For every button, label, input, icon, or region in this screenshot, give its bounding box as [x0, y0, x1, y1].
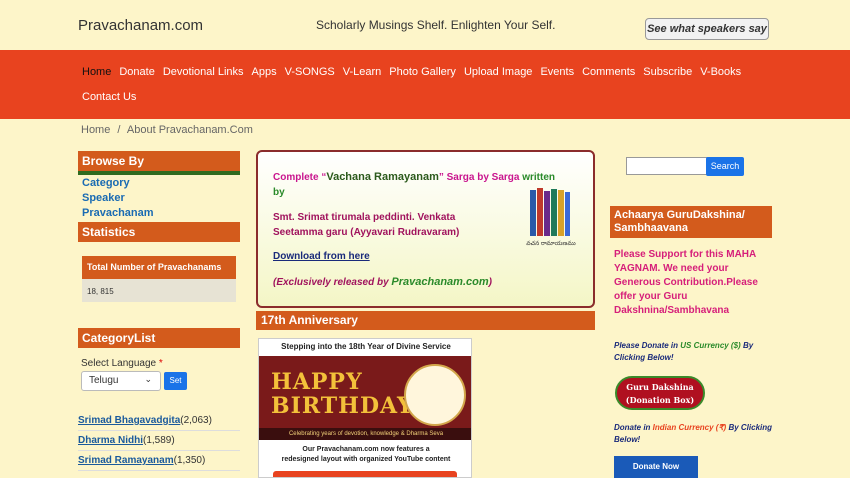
breadcrumb-home[interactable]: Home: [81, 124, 110, 136]
anniversary-poster[interactable]: Stepping into the 18th Year of Divine Se…: [258, 338, 472, 478]
chevron-down-icon: ⌄: [144, 374, 152, 384]
feature-title-mid: ” Sarga by Sarga: [438, 172, 523, 183]
nav-item-upload-image[interactable]: Upload Image: [464, 65, 533, 79]
category-count: (1,589): [143, 435, 175, 446]
stats-label: Total Number of Pravachanams: [82, 256, 236, 279]
guru-dakshina-donation-box[interactable]: Guru Dakshina (Donation Box): [615, 376, 705, 410]
main-nav: Home Donate Devotional Links Apps V-SONGS V-L…: [0, 50, 850, 119]
nav-row-1: Home Donate Devotional Links Apps V-SONGS V-L…: [82, 65, 749, 79]
feature-author: Smt. Srimat tirumala peddinti. Venkata S…: [273, 212, 460, 238]
category-count: (2,063): [180, 415, 212, 426]
nav-item-photo-gallery[interactable]: Photo Gallery: [389, 65, 456, 79]
browse-by-heading: Browse By: [78, 151, 240, 171]
category-item: Srimad Ramayanam(1,350): [78, 455, 240, 471]
category-link[interactable]: Srimad Bhagavadgita: [78, 415, 180, 426]
donate-us-text: Please Donate in US Currency ($) By Clic…: [614, 340, 772, 364]
donate-now-button[interactable]: Donate Now: [614, 456, 698, 478]
nav-item-devotional-links[interactable]: Devotional Links: [163, 65, 244, 79]
breadcrumb-separator: /: [117, 124, 121, 136]
feature-title-name: Vachana Ramayanam: [326, 171, 439, 183]
exclusive-note: (Exclusively released by Pravachanam.com…: [273, 276, 492, 288]
books-image: [530, 188, 570, 236]
top-header: Pravachanam.com Scholarly Musings Shelf.…: [0, 0, 850, 50]
select-language-text: Select Language: [81, 358, 157, 369]
gd-line2: (Donation Box): [625, 395, 695, 405]
search-input[interactable]: [626, 157, 708, 175]
category-list-heading: CategoryList: [78, 328, 240, 348]
anniversary-heading: 17th Anniversary: [256, 311, 595, 330]
gurudakshina-heading: Achaarya GuruDakshina/ Sambhaavana: [610, 206, 772, 238]
category-count: (1,350): [173, 455, 206, 466]
stats-value: 18, 815: [87, 287, 114, 296]
select-language-label: Select Language *: [81, 358, 163, 369]
nav-item-apps[interactable]: Apps: [252, 65, 277, 79]
site-name[interactable]: Pravachanam.com: [78, 17, 203, 34]
category-link[interactable]: Dharma Nidhi: [78, 435, 143, 446]
support-text: Please Support for this MAHA YAGNAM. We …: [614, 249, 758, 316]
category-link[interactable]: Srimad Ramayanam: [78, 455, 174, 466]
search-button[interactable]: Search: [706, 157, 744, 176]
nav-item-v-books[interactable]: V-Books: [700, 65, 741, 79]
browse-link-speaker[interactable]: Speaker: [82, 192, 125, 204]
download-link[interactable]: Download from here: [273, 251, 370, 262]
donate-us-currency: US Currency ($): [680, 341, 741, 350]
poster-happy-birthday: HAPPY BIRTHDAY: [271, 370, 414, 418]
browse-by-divider: [78, 171, 240, 175]
statistics-heading: Statistics: [78, 222, 240, 242]
feature-title-written: written: [522, 172, 556, 183]
nav-item-comments[interactable]: Comments: [582, 65, 635, 79]
donate-in-pre: Donate in: [614, 423, 653, 432]
exclusive-brand: Pravachanam.com: [391, 276, 489, 288]
gd-line1: Guru Dakshina: [626, 382, 694, 392]
site-tagline: Scholarly Musings Shelf. Enlighten Your …: [316, 18, 556, 32]
browse-link-pravachanam[interactable]: Pravachanam: [82, 207, 154, 219]
required-mark: *: [158, 358, 163, 369]
poster-birthday: BIRTHDAY: [271, 393, 414, 419]
nav-item-home[interactable]: Home: [82, 65, 111, 79]
nav-item-subscribe[interactable]: Subscribe: [643, 65, 692, 79]
nav-item-events[interactable]: Events: [540, 65, 574, 79]
donate-in-currency: Indian Currency (₹): [652, 423, 727, 432]
exclusive-post: ): [488, 277, 492, 288]
poster-happy: HAPPY: [271, 369, 363, 395]
nav-item-v-learn[interactable]: V-Learn: [343, 65, 382, 79]
breadcrumb: Home / About Pravachanam.Com: [81, 124, 257, 136]
poster-strip: Celebrating years of devotion, knowledge…: [259, 428, 471, 440]
category-item: Dharma Nidhi(1,589): [78, 435, 240, 451]
nav-item-v-songs[interactable]: V-SONGS: [285, 65, 335, 79]
breadcrumb-current: About Pravachanam.Com: [126, 124, 253, 136]
donate-us-pre: Please Donate in: [614, 341, 681, 350]
exclusive-pre: (Exclusively released by: [273, 277, 392, 288]
poster-text-line1: Our Pravachanam.com now features a: [302, 446, 430, 453]
poster-description: Our Pravachanam.com now features a redes…: [259, 445, 471, 465]
language-select[interactable]: Telugu ⌄: [81, 371, 161, 391]
set-language-button[interactable]: Set: [164, 372, 187, 390]
vachana-ramayanam-feature: Complete “Vachana Ramayanam” Sarga by Sa…: [256, 150, 595, 308]
browse-link-category[interactable]: Category: [82, 177, 130, 189]
nav-item-contact-us[interactable]: Contact Us: [82, 90, 136, 104]
books-caption: వచన రామాయణము: [526, 241, 576, 247]
nav-item-donate[interactable]: Donate: [119, 65, 154, 79]
poster-bottom-bar: [273, 471, 457, 477]
feature-title-pre: Complete “: [273, 172, 327, 183]
language-select-value: Telugu: [89, 375, 119, 386]
poster-top-text: Stepping into the 18th Year of Divine Se…: [281, 342, 451, 351]
poster-text-line2: redesigned layout with organized YouTube…: [281, 456, 451, 463]
poster-banner: HAPPY BIRTHDAY Celebrating years of devo…: [259, 356, 471, 440]
see-speakers-button[interactable]: See what speakers say: [645, 18, 769, 40]
category-item: Srimad Bhagavadgita(2,063): [78, 415, 240, 431]
donate-in-text: Donate in Indian Currency (₹) By Clickin…: [614, 422, 772, 446]
feature-title-by: by: [273, 187, 285, 198]
nav-row-2: Contact Us: [82, 90, 144, 104]
guru-portrait-icon: [404, 364, 466, 426]
